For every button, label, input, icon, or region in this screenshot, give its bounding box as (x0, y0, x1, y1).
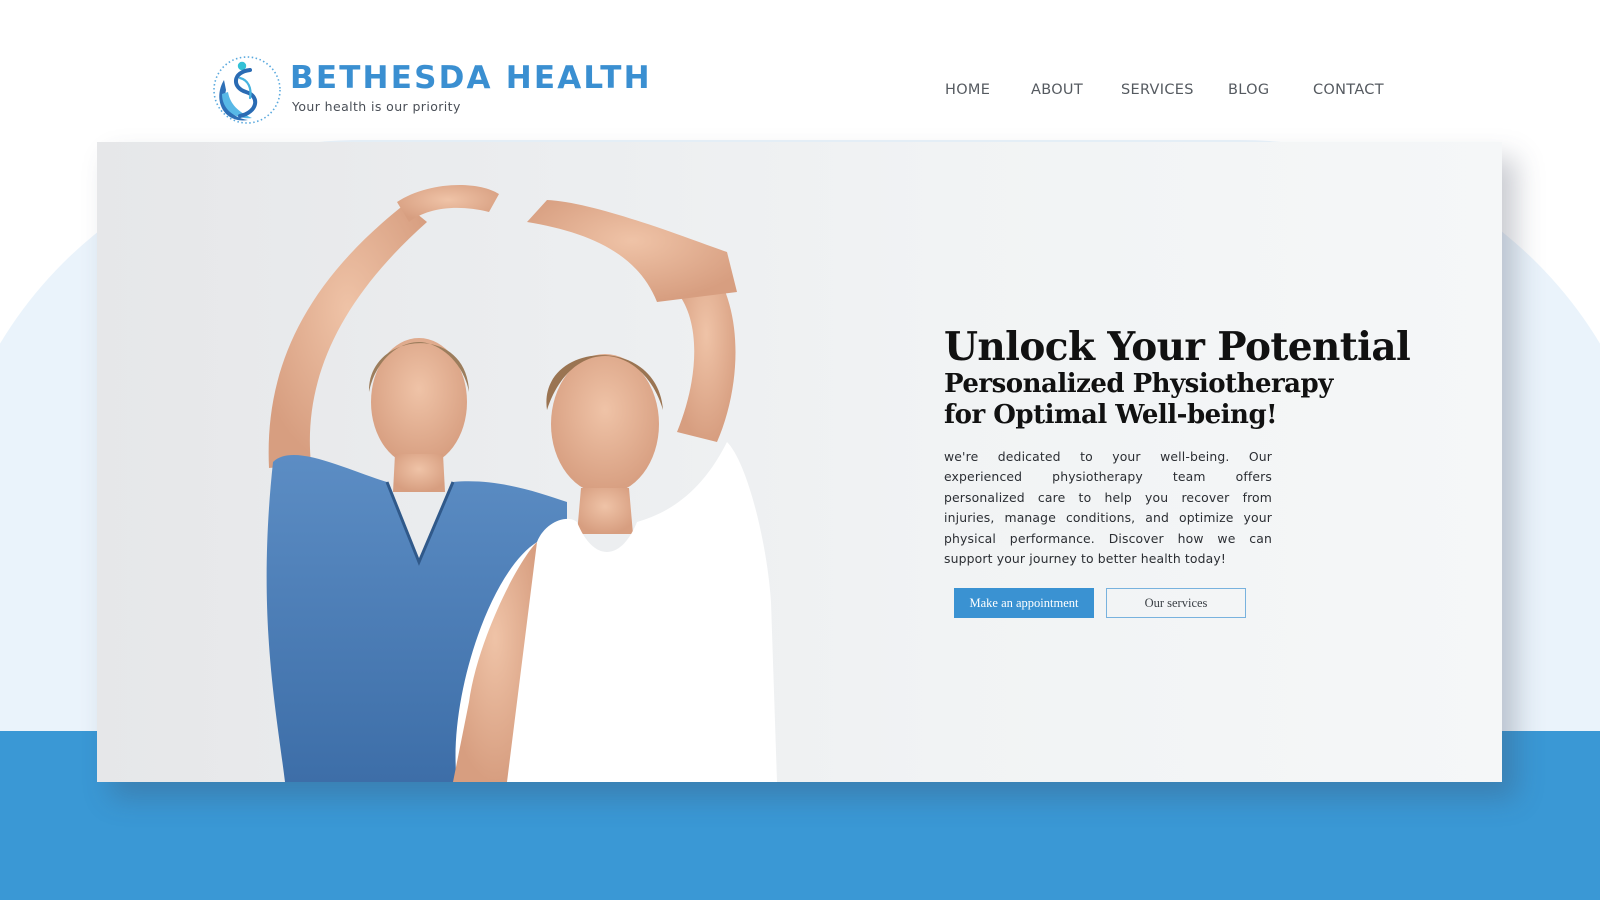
nav-blog[interactable]: BLOG (1228, 82, 1269, 98)
hero-text-block: Unlock Your Potential Personalized Physi… (944, 324, 1411, 569)
make-appointment-button[interactable]: Make an appointment (954, 588, 1094, 618)
nav-services[interactable]: SERVICES (1121, 82, 1194, 98)
nav-home[interactable]: HOME (945, 82, 990, 98)
hero-subtitle: Personalized Physiotherapy for Optimal W… (944, 369, 1333, 430)
site-header: BETHESDA HEALTH Your health is our prior… (0, 0, 1600, 140)
hero-description: we're dedicated to your well-being. Our … (944, 449, 1272, 567)
hero-title: Unlock Your Potential (944, 324, 1411, 370)
hero-photo (266, 184, 777, 782)
our-services-button[interactable]: Our services (1106, 588, 1246, 618)
hero-section: Unlock Your Potential Personalized Physi… (97, 142, 1502, 782)
nav-contact[interactable]: CONTACT (1313, 82, 1384, 98)
main-nav: HOME ABOUT SERVICES BLOG CONTACT (0, 82, 1600, 102)
nav-about[interactable]: ABOUT (1031, 82, 1083, 98)
